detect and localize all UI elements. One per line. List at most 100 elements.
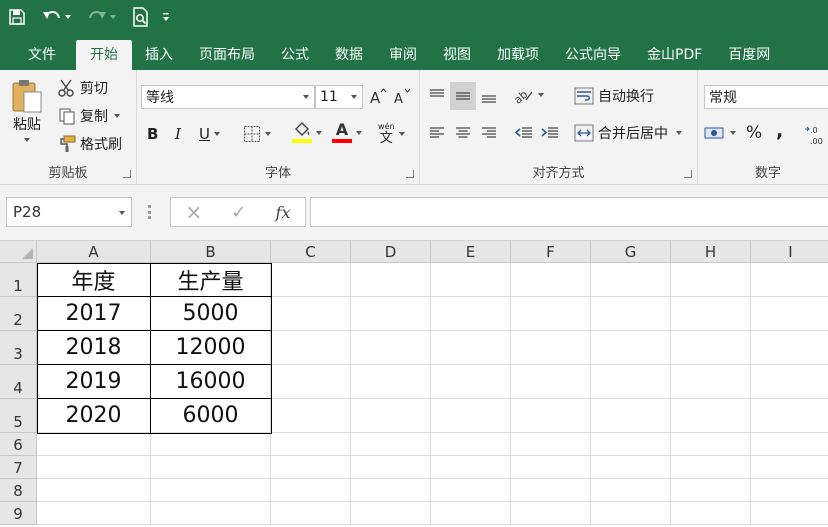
tab-review[interactable]: 审阅 xyxy=(376,40,430,70)
cell-i7[interactable] xyxy=(751,456,828,479)
cell-g8[interactable] xyxy=(591,479,671,502)
underline-dropdown-icon[interactable] xyxy=(213,132,220,136)
italic-button[interactable]: I xyxy=(175,125,181,143)
cell-f6[interactable] xyxy=(511,433,591,456)
cell-h8[interactable] xyxy=(671,479,751,502)
font-name-combobox[interactable]: 等线 xyxy=(141,85,315,109)
cell-e4[interactable] xyxy=(431,365,511,399)
number-format-combobox[interactable]: 常规 xyxy=(704,85,828,109)
align-left-button[interactable] xyxy=(428,124,446,142)
align-middle-button[interactable] xyxy=(450,82,476,110)
tab-add-ins[interactable]: 加载项 xyxy=(484,40,552,70)
cell-i2[interactable] xyxy=(751,297,828,331)
cell-c8[interactable] xyxy=(271,479,351,502)
cell-h9[interactable] xyxy=(671,502,751,525)
tab-formula-wizard[interactable]: 公式向导 xyxy=(552,40,634,70)
cell-i1[interactable] xyxy=(751,263,828,297)
cell-i6[interactable] xyxy=(751,433,828,456)
redo-button[interactable] xyxy=(87,5,116,29)
cell-i4[interactable] xyxy=(751,365,828,399)
copy-dropdown-icon[interactable] xyxy=(114,114,120,118)
cell-h3[interactable] xyxy=(671,331,751,365)
cell-a1[interactable]: 年度 xyxy=(37,263,151,297)
cell-d1[interactable] xyxy=(351,263,431,297)
print-preview-icon[interactable] xyxy=(132,5,150,29)
cell-f3[interactable] xyxy=(511,331,591,365)
increase-decimal-button[interactable]: .0.00 xyxy=(804,124,828,146)
font-color-button[interactable]: A xyxy=(332,122,362,143)
tab-home[interactable]: 开始 xyxy=(76,40,132,70)
cell-i5[interactable] xyxy=(751,399,828,433)
alignment-dialog-launcher-icon[interactable] xyxy=(684,170,692,178)
cell-b3[interactable]: 12000 xyxy=(151,331,271,365)
align-top-button[interactable] xyxy=(426,84,448,108)
increase-indent-button[interactable] xyxy=(540,124,560,142)
row-header-5[interactable]: 5 xyxy=(0,399,37,433)
merge-center-dropdown-icon[interactable] xyxy=(676,131,682,135)
insert-function-icon[interactable]: fx xyxy=(276,203,291,222)
cell-f9[interactable] xyxy=(511,502,591,525)
align-bottom-button[interactable] xyxy=(478,84,500,108)
cell-e7[interactable] xyxy=(431,456,511,479)
save-icon[interactable] xyxy=(8,5,26,29)
name-box-dropdown-icon[interactable] xyxy=(119,210,125,238)
cell-g9[interactable] xyxy=(591,502,671,525)
percent-style-button[interactable]: % xyxy=(746,123,762,143)
cell-g3[interactable] xyxy=(591,331,671,365)
comma-style-button[interactable]: , xyxy=(776,120,783,142)
cell-f5[interactable] xyxy=(511,399,591,433)
row-header-9[interactable]: 9 xyxy=(0,502,37,525)
font-size-combobox[interactable]: 11 xyxy=(315,85,363,109)
tab-page-layout[interactable]: 页面布局 xyxy=(186,40,268,70)
font-size-dropdown-icon[interactable] xyxy=(346,86,362,108)
tab-file[interactable]: 文件 xyxy=(8,40,76,70)
cell-g5[interactable] xyxy=(591,399,671,433)
cell-c5[interactable] xyxy=(271,399,351,433)
row-header-1[interactable]: 1 xyxy=(0,263,37,297)
column-header-i[interactable]: I xyxy=(751,241,828,263)
font-dialog-launcher-icon[interactable] xyxy=(406,170,414,178)
row-header-3[interactable]: 3 xyxy=(0,331,37,365)
column-header-d[interactable]: D xyxy=(351,241,431,263)
cut-button[interactable]: 剪切 xyxy=(58,78,108,98)
column-header-e[interactable]: E xyxy=(431,241,511,263)
cell-f8[interactable] xyxy=(511,479,591,502)
cell-c9[interactable] xyxy=(271,502,351,525)
borders-dropdown-icon[interactable] xyxy=(265,132,271,136)
cell-d4[interactable] xyxy=(351,365,431,399)
cell-h4[interactable] xyxy=(671,365,751,399)
cell-e6[interactable] xyxy=(431,433,511,456)
cell-b1[interactable]: 生产量 xyxy=(151,263,271,297)
column-header-b[interactable]: B xyxy=(151,241,271,263)
orientation-dropdown-icon[interactable] xyxy=(538,93,544,97)
borders-button[interactable] xyxy=(243,125,271,143)
clipboard-dialog-launcher-icon[interactable] xyxy=(123,170,131,178)
tab-data[interactable]: 数据 xyxy=(322,40,376,70)
cell-a2[interactable]: 2017 xyxy=(37,297,151,331)
wrap-text-button[interactable]: 自动换行 xyxy=(574,86,654,106)
column-header-g[interactable]: G xyxy=(591,241,671,263)
cell-b4[interactable]: 16000 xyxy=(151,365,271,399)
bold-button[interactable]: B xyxy=(147,125,158,143)
phonetic-guide-button[interactable]: wén 文 xyxy=(378,122,405,146)
formula-bar-splitter[interactable] xyxy=(148,205,151,219)
font-name-dropdown-icon[interactable] xyxy=(298,86,314,108)
cell-a5[interactable]: 2020 xyxy=(37,399,151,433)
cell-d6[interactable] xyxy=(351,433,431,456)
confirm-entry-icon[interactable]: ✓ xyxy=(231,202,246,223)
cell-c1[interactable] xyxy=(271,263,351,297)
cell-d7[interactable] xyxy=(351,456,431,479)
paste-dropdown-icon[interactable] xyxy=(24,138,30,142)
fill-color-dropdown-icon[interactable] xyxy=(316,130,322,135)
formula-input[interactable] xyxy=(310,197,828,227)
cell-a7[interactable] xyxy=(37,456,151,479)
cancel-entry-icon[interactable]: × xyxy=(186,200,203,224)
cell-d5[interactable] xyxy=(351,399,431,433)
orientation-button[interactable]: ab xyxy=(512,86,544,104)
cell-f4[interactable] xyxy=(511,365,591,399)
cell-c3[interactable] xyxy=(271,331,351,365)
cell-h2[interactable] xyxy=(671,297,751,331)
row-header-4[interactable]: 4 xyxy=(0,365,37,399)
cell-g4[interactable] xyxy=(591,365,671,399)
redo-dropdown-icon[interactable] xyxy=(110,15,116,19)
